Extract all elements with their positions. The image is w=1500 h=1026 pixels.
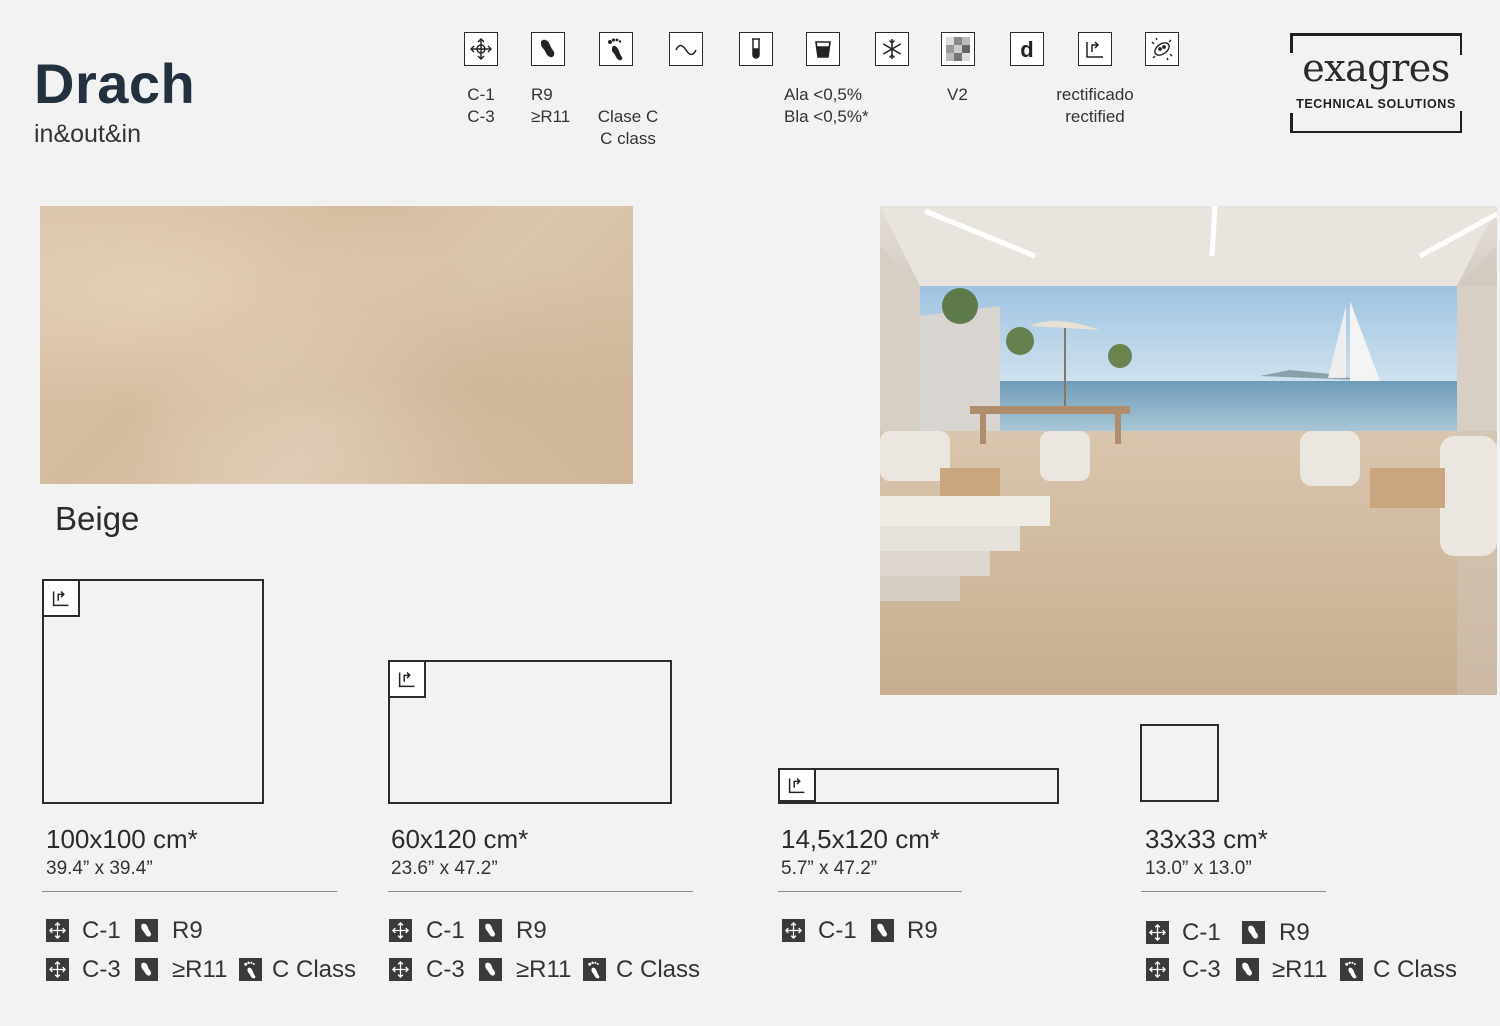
svg-text:d: d (1020, 37, 1033, 62)
divider (1141, 891, 1326, 892)
format-size-imperial: 5.7” x 47.2” (781, 858, 878, 879)
badge-text: R9 (516, 917, 547, 944)
divider (778, 891, 962, 892)
badge-text: R9 (907, 917, 938, 944)
badge-text: C-3 (426, 956, 465, 983)
color-swatch (40, 206, 633, 484)
wave-icon (669, 32, 703, 66)
spec-label-shade: V2 (947, 85, 968, 104)
format-size-imperial: 39.4” x 39.4” (46, 858, 153, 879)
divider (42, 891, 337, 892)
badge-text: C-1 (818, 917, 857, 944)
shoe-sole-icon (531, 32, 565, 66)
badge-text: R9 (1279, 919, 1310, 946)
format-shape-60x120 (388, 660, 672, 804)
shoe-sole-icon (1236, 958, 1259, 981)
move-arrows-icon (46, 919, 69, 942)
spec-label-abrasion: C-1 C-3 (467, 85, 495, 126)
snowflake-icon (875, 32, 909, 66)
shoe-sole-icon (871, 919, 894, 942)
brand-logo: exagres (1302, 46, 1450, 90)
color-name: Beige (55, 500, 140, 537)
move-arrows-icon (389, 919, 412, 942)
rectified-edge-icon (44, 581, 80, 617)
product-line: in&out&in (34, 120, 142, 148)
format-size-metric: 60x120 cm* (391, 824, 529, 854)
shoe-sole-icon (1242, 921, 1265, 944)
water-cup-icon (806, 32, 840, 66)
badge-text: C Class (616, 956, 701, 983)
d-letter-icon: d (1010, 32, 1044, 66)
format-shape-33x33 (1140, 724, 1219, 802)
spec-label-rectified: rectificado rectified (1056, 85, 1134, 126)
format-shape-14x120 (778, 768, 1059, 804)
format-size-metric: 33x33 cm* (1145, 824, 1268, 854)
format-size-metric: 14,5x120 cm* (781, 824, 940, 854)
move-arrows-icon (46, 958, 69, 981)
badge-text: C-3 (82, 956, 121, 983)
bare-foot-icon (599, 32, 633, 66)
move-arrows-icon (464, 32, 498, 66)
ambient-photo (880, 206, 1497, 695)
brand-tagline: TECHNICAL SOLUTIONS (1296, 97, 1456, 111)
shoe-sole-icon (479, 919, 502, 942)
shoe-sole-icon (135, 919, 158, 942)
badge-text: ≥R11 (516, 956, 572, 983)
bare-foot-icon (239, 958, 262, 981)
bare-foot-icon (583, 958, 606, 981)
format-size-imperial: 13.0” x 13.0” (1145, 858, 1252, 879)
bacteria-icon (1145, 32, 1179, 66)
badge-text: C Class (272, 956, 357, 983)
move-arrows-icon (782, 919, 805, 942)
badge-text: C Class (1373, 956, 1458, 983)
badge-text: ≥R11 (172, 956, 228, 983)
badge-text: C-1 (82, 917, 121, 944)
badge-text: C-1 (1182, 919, 1221, 946)
rectified-edge-icon (780, 770, 816, 802)
divider (388, 891, 693, 892)
rectified-edge-icon (390, 662, 426, 698)
move-arrows-icon (1146, 921, 1169, 944)
badge-text: C-3 (1182, 956, 1221, 983)
badge-text: C-1 (426, 917, 465, 944)
bare-foot-icon (1340, 958, 1363, 981)
move-arrows-icon (389, 958, 412, 981)
shoe-sole-icon (135, 958, 158, 981)
shade-variation-icon (941, 32, 975, 66)
badge-text: ≥R11 (1272, 956, 1328, 983)
test-tube-icon (739, 32, 773, 66)
product-title: Drach (34, 52, 196, 115)
spec-label-class: Clase CC class (597, 107, 659, 148)
rectified-edge-icon (1078, 32, 1112, 66)
badge-text: R9 (172, 917, 203, 944)
format-size-metric: 100x100 cm* (46, 824, 198, 854)
spec-label-slip: R9 ≥R11 (531, 85, 571, 126)
format-shape-100x100 (42, 579, 264, 804)
move-arrows-icon (1146, 958, 1169, 981)
spec-label-absorption: Ala <0,5% Bla <0,5%* (784, 85, 869, 126)
shoe-sole-icon (479, 958, 502, 981)
format-size-imperial: 23.6” x 47.2” (391, 858, 498, 879)
